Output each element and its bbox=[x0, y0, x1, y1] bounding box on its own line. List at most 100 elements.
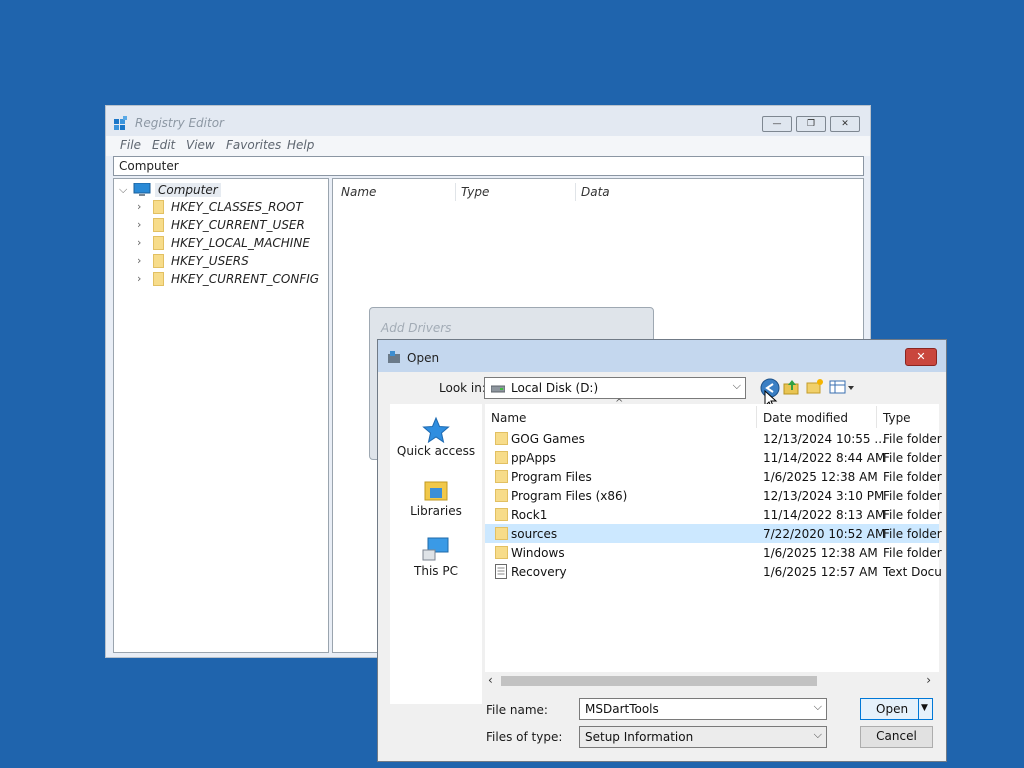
tree-item-computer[interactable]: ⌵ Computer bbox=[119, 182, 319, 200]
folder-icon bbox=[495, 432, 508, 445]
restore-button[interactable]: ❐ bbox=[796, 116, 826, 132]
open-titlebar[interactable]: Open ✕ bbox=[378, 340, 946, 372]
file-type-label: Files of type: bbox=[486, 730, 563, 744]
file-type: File folder bbox=[883, 451, 942, 465]
file-type-value: Setup Information bbox=[585, 730, 694, 744]
file-date: 1/6/2025 12:38 AM bbox=[763, 470, 878, 484]
file-row[interactable]: Windows 1/6/2025 12:38 AM File folder bbox=[485, 543, 942, 562]
file-date: 12/13/2024 10:55 ... bbox=[763, 432, 886, 446]
address-bar[interactable]: Computer bbox=[113, 156, 864, 176]
close-button[interactable]: ✕ bbox=[830, 116, 860, 132]
tree-label: HKEY_LOCAL_MACHINE bbox=[171, 236, 310, 250]
file-name: ppApps bbox=[511, 451, 556, 465]
chevron-down-icon[interactable]: ⌵ bbox=[814, 700, 822, 714]
tree-item-hkcu[interactable]: › HKEY_CURRENT_USER bbox=[137, 217, 327, 235]
tree-item-hku[interactable]: › HKEY_USERS bbox=[137, 253, 327, 271]
open-dialog-icon bbox=[388, 351, 400, 363]
registry-menubar: File Edit View Favorites Help bbox=[106, 136, 870, 156]
column-divider[interactable] bbox=[876, 406, 877, 428]
column-divider[interactable] bbox=[455, 183, 456, 201]
look-in-dropdown[interactable]: Local Disk (D:) ⌵ bbox=[484, 377, 746, 399]
tree-item-hklm[interactable]: › HKEY_LOCAL_MACHINE bbox=[137, 235, 327, 253]
file-name: Program Files (x86) bbox=[511, 489, 628, 503]
file-row[interactable]: Program Files 1/6/2025 12:38 AM File fol… bbox=[485, 467, 942, 486]
column-name[interactable]: Name bbox=[491, 411, 526, 425]
registry-titlebar[interactable]: Registry Editor — ❐ ✕ bbox=[106, 106, 870, 136]
chevron-right-icon[interactable]: › bbox=[137, 254, 141, 267]
minimize-button[interactable]: — bbox=[762, 116, 792, 132]
folder-icon bbox=[153, 254, 164, 268]
file-row[interactable]: Program Files (x86) 12/13/2024 3:10 PM F… bbox=[485, 486, 942, 505]
open-button-label: Open bbox=[876, 702, 909, 716]
file-row[interactable]: Recovery 1/6/2025 12:57 AM Text Docu bbox=[485, 562, 942, 581]
place-quick-access[interactable]: Quick access bbox=[390, 416, 482, 466]
place-libraries[interactable]: Libraries bbox=[390, 476, 482, 526]
place-label: Quick access bbox=[396, 444, 476, 458]
tree-item-hkcr[interactable]: › HKEY_CLASSES_ROOT bbox=[137, 199, 327, 217]
chevron-right-icon[interactable]: › bbox=[137, 218, 141, 231]
folder-icon bbox=[153, 272, 164, 286]
column-data[interactable]: Data bbox=[581, 185, 610, 199]
folder-icon bbox=[495, 508, 508, 521]
file-row[interactable]: ppApps 11/14/2022 8:44 AM File folder bbox=[485, 448, 942, 467]
column-divider[interactable] bbox=[575, 183, 576, 201]
tree-label-computer: Computer bbox=[155, 183, 221, 197]
places-bar: Quick access Libraries This PC bbox=[390, 404, 482, 704]
registry-title: Registry Editor bbox=[135, 116, 224, 130]
menu-file[interactable]: File bbox=[120, 138, 141, 152]
address-text: Computer bbox=[119, 159, 179, 173]
new-folder-icon[interactable] bbox=[806, 378, 824, 396]
tree-item-hkcc[interactable]: › HKEY_CURRENT_CONFIG bbox=[137, 271, 327, 289]
scroll-left-icon[interactable]: ‹ bbox=[488, 673, 493, 687]
up-folder-icon[interactable] bbox=[783, 378, 801, 396]
cancel-button[interactable]: Cancel bbox=[860, 726, 933, 748]
file-row[interactable]: GOG Games 12/13/2024 10:55 ... File fold… bbox=[485, 429, 942, 448]
file-date: 11/14/2022 8:44 AM bbox=[763, 451, 886, 465]
file-date: 1/6/2025 12:57 AM bbox=[763, 565, 878, 579]
file-type-dropdown[interactable]: Setup Information ⌵ bbox=[579, 726, 827, 748]
menu-help[interactable]: Help bbox=[287, 138, 314, 152]
file-name: GOG Games bbox=[511, 432, 585, 446]
chevron-down-icon[interactable]: ⌵ bbox=[814, 728, 822, 742]
folder-icon bbox=[495, 527, 508, 540]
folder-icon bbox=[153, 218, 164, 232]
file-row-selected[interactable]: sources 7/22/2020 10:52 AM File folder bbox=[485, 524, 942, 543]
menu-view[interactable]: View bbox=[186, 138, 215, 152]
menu-favorites[interactable]: Favorites bbox=[226, 138, 281, 152]
file-list: ^ Name Date modified Type GOG Games 12/1… bbox=[485, 398, 942, 690]
file-name-label: File name: bbox=[486, 703, 548, 717]
chevron-down-icon[interactable]: ⌵ bbox=[733, 379, 741, 393]
place-this-pc[interactable]: This PC bbox=[390, 536, 482, 586]
column-name[interactable]: Name bbox=[341, 185, 376, 199]
chevron-right-icon[interactable]: › bbox=[137, 236, 141, 249]
chevron-down-icon[interactable]: ⌵ bbox=[119, 183, 127, 197]
column-type[interactable]: Type bbox=[461, 185, 489, 199]
folder-icon bbox=[495, 489, 508, 502]
file-type: File folder bbox=[883, 432, 942, 446]
file-name-input[interactable]: MSDartTools ⌵ bbox=[579, 698, 827, 720]
column-divider[interactable] bbox=[756, 406, 757, 428]
place-label: This PC bbox=[414, 564, 458, 578]
menu-edit[interactable]: Edit bbox=[152, 138, 175, 152]
drive-icon bbox=[491, 385, 505, 393]
scrollbar-thumb[interactable] bbox=[501, 676, 817, 686]
file-name: Recovery bbox=[511, 565, 567, 579]
caret-down-icon[interactable]: ▼ bbox=[921, 699, 928, 717]
open-close-button[interactable]: ✕ bbox=[905, 348, 937, 366]
column-type[interactable]: Type bbox=[883, 411, 911, 425]
open-dialog: Open ✕ Look in: Local Disk (D:) ⌵ Quick … bbox=[377, 339, 947, 762]
file-row[interactable]: Rock1 11/14/2022 8:13 AM File folder bbox=[485, 505, 942, 524]
file-type: File folder bbox=[883, 546, 942, 560]
view-menu-icon[interactable] bbox=[829, 378, 857, 396]
column-date-modified[interactable]: Date modified bbox=[763, 411, 848, 425]
file-date: 7/22/2020 10:52 AM bbox=[763, 527, 886, 541]
tree-label: HKEY_USERS bbox=[171, 254, 249, 268]
look-in-label: Look in: bbox=[439, 381, 486, 395]
folder-icon bbox=[495, 546, 508, 559]
chevron-right-icon[interactable]: › bbox=[137, 272, 141, 285]
horizontal-scrollbar[interactable]: ‹ › bbox=[485, 672, 939, 690]
chevron-right-icon[interactable]: › bbox=[137, 200, 141, 213]
scroll-right-icon[interactable]: › bbox=[926, 673, 931, 687]
file-type: File folder bbox=[883, 470, 942, 484]
open-button[interactable]: Open ▼ bbox=[860, 698, 933, 720]
